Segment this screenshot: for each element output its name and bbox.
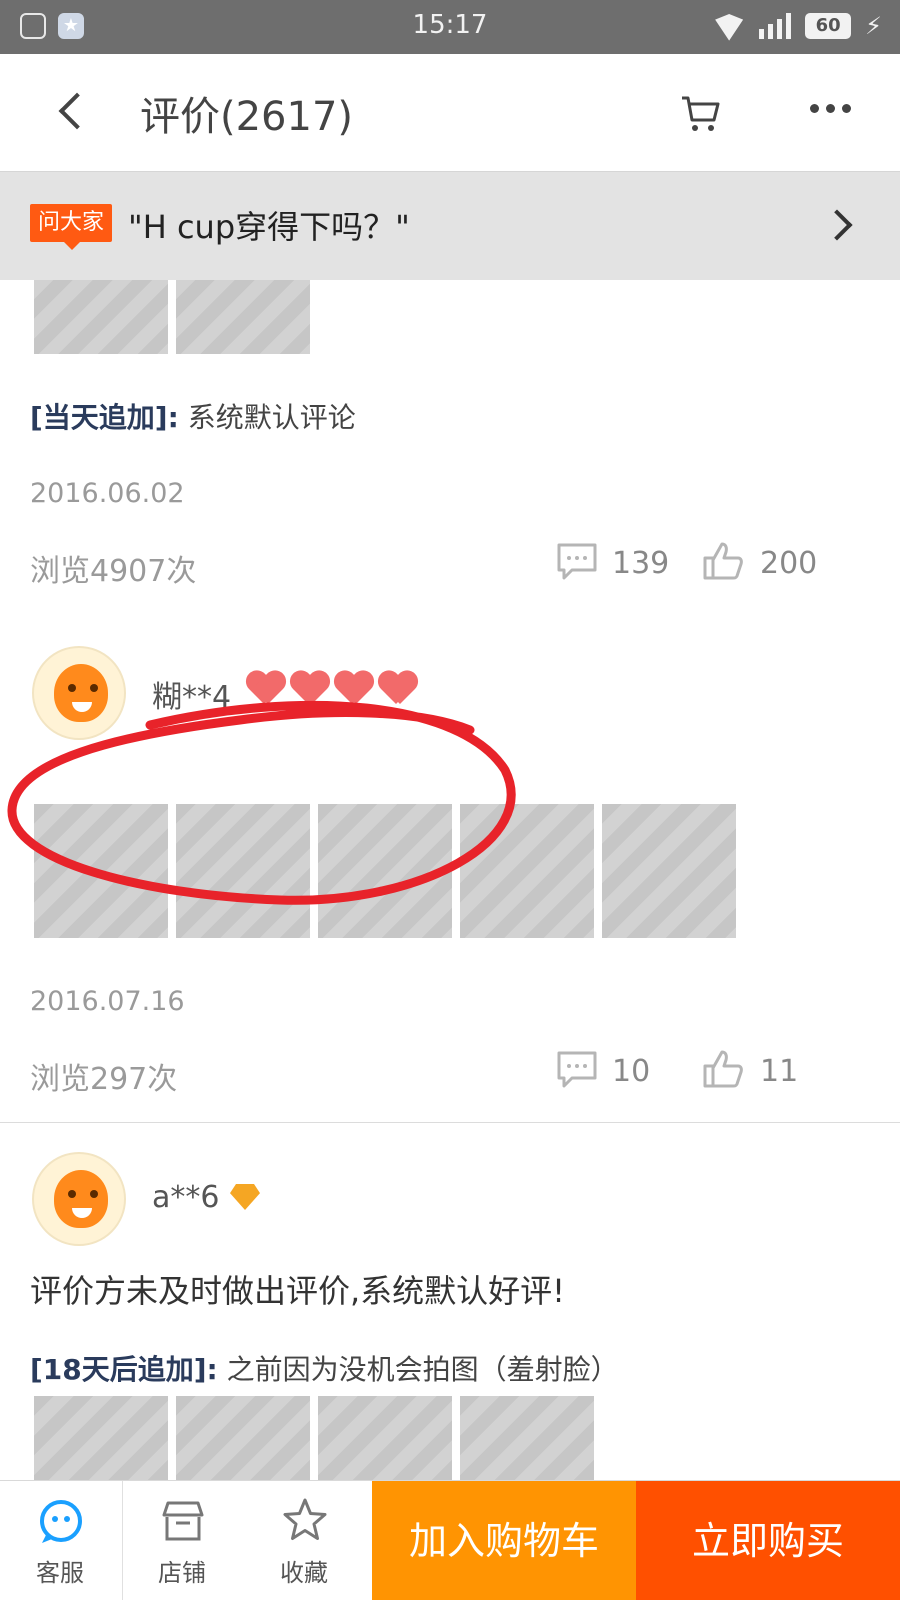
review-photo[interactable] [34, 804, 168, 938]
ask-tag: 问大家 [30, 204, 113, 250]
more-icon[interactable] [810, 104, 851, 113]
heart-icon [334, 672, 374, 706]
page-title: 评价(2617) [140, 94, 354, 140]
reviews-list: [当天追加]: 系统默认评论 2016.06.02 浏览4907次 139 20… [0, 280, 900, 1480]
heart-icon [378, 672, 418, 706]
status-bar: ★ 15:17 60 ⚡ [0, 0, 900, 54]
review-photo[interactable] [318, 804, 452, 938]
comment-count: 10 [612, 1054, 651, 1089]
append-label: [当天追加]: [30, 401, 179, 434]
append-text: 之前因为没机会拍图（羞射脸） [226, 1353, 619, 1386]
review-photo[interactable] [460, 1396, 594, 1480]
comment-icon[interactable] [556, 1050, 598, 1094]
bottom-action-bar: 客服 店铺 收藏 加入购物车 立即购买 [0, 1480, 900, 1600]
wifi-icon [713, 14, 745, 38]
like-count: 11 [760, 1054, 799, 1089]
back-icon[interactable] [54, 92, 88, 132]
review-date: 2016.06.02 [30, 478, 185, 509]
thumbs-up-icon[interactable] [702, 540, 744, 586]
chat-bubble-icon [40, 1500, 82, 1543]
review-photo[interactable] [176, 280, 310, 354]
reviewer-name: a**6 [152, 1180, 220, 1215]
chevron-right-icon [821, 209, 853, 241]
store-label: 店铺 [158, 1559, 206, 1587]
add-to-cart-button[interactable]: 加入购物车 [372, 1481, 636, 1600]
customer-service-button[interactable]: 客服 [0, 1481, 120, 1600]
review-append: [18天后追加]: 之前因为没机会拍图（羞射脸） [30, 1348, 619, 1388]
review-date: 2016.07.16 [30, 986, 185, 1017]
review-photo[interactable] [460, 804, 594, 938]
avatar[interactable] [32, 646, 126, 740]
review-photo[interactable] [34, 280, 168, 354]
heart-icon [290, 672, 330, 706]
avatar[interactable] [32, 1152, 126, 1246]
review-photo[interactable] [176, 804, 310, 938]
signal-icon [759, 13, 792, 39]
buy-now-button[interactable]: 立即购买 [636, 1481, 900, 1600]
diamond-icon [230, 1184, 260, 1210]
review-photo[interactable] [34, 1396, 168, 1480]
append-label: [18天后追加]: [30, 1353, 218, 1386]
append-text: 系统默认评论 [187, 401, 356, 434]
review-append: [当天追加]: 系统默认评论 [30, 396, 356, 436]
thumbs-up-icon[interactable] [702, 1048, 744, 1094]
star-icon [283, 1498, 327, 1540]
heart-icon [246, 672, 286, 706]
review-text: 评价方未及时做出评价,系统默认好评! [30, 1272, 566, 1310]
favorite-label: 收藏 [280, 1559, 328, 1587]
battery-icon: 60 [805, 13, 852, 39]
customer-service-label: 客服 [36, 1559, 84, 1587]
review-views: 浏览4907次 [30, 554, 197, 589]
ask-everyone-banner[interactable]: 问大家 "H cup穿得下吗？" [0, 172, 900, 280]
store-button[interactable]: 店铺 [122, 1481, 242, 1600]
review-divider [0, 1122, 900, 1123]
review-views: 浏览297次 [30, 1062, 178, 1097]
review-photo[interactable] [318, 1396, 452, 1480]
status-icons-right: 60 ⚡ [713, 12, 882, 40]
like-count: 200 [760, 546, 818, 581]
review-photo[interactable] [602, 804, 736, 938]
cart-icon[interactable] [680, 94, 722, 134]
ask-question: "H cup穿得下吗？" [128, 208, 410, 246]
reviewer-name: 糊**4 [152, 680, 232, 715]
comment-icon[interactable] [556, 542, 598, 586]
reviewer-level-hearts [246, 672, 418, 706]
charging-icon: ⚡ [865, 12, 882, 40]
favorite-button[interactable]: 收藏 [244, 1481, 364, 1600]
comment-count: 139 [612, 546, 670, 581]
review-photo[interactable] [176, 1396, 310, 1480]
store-icon [162, 1501, 204, 1541]
nav-bar: 评价(2617) [0, 54, 900, 172]
